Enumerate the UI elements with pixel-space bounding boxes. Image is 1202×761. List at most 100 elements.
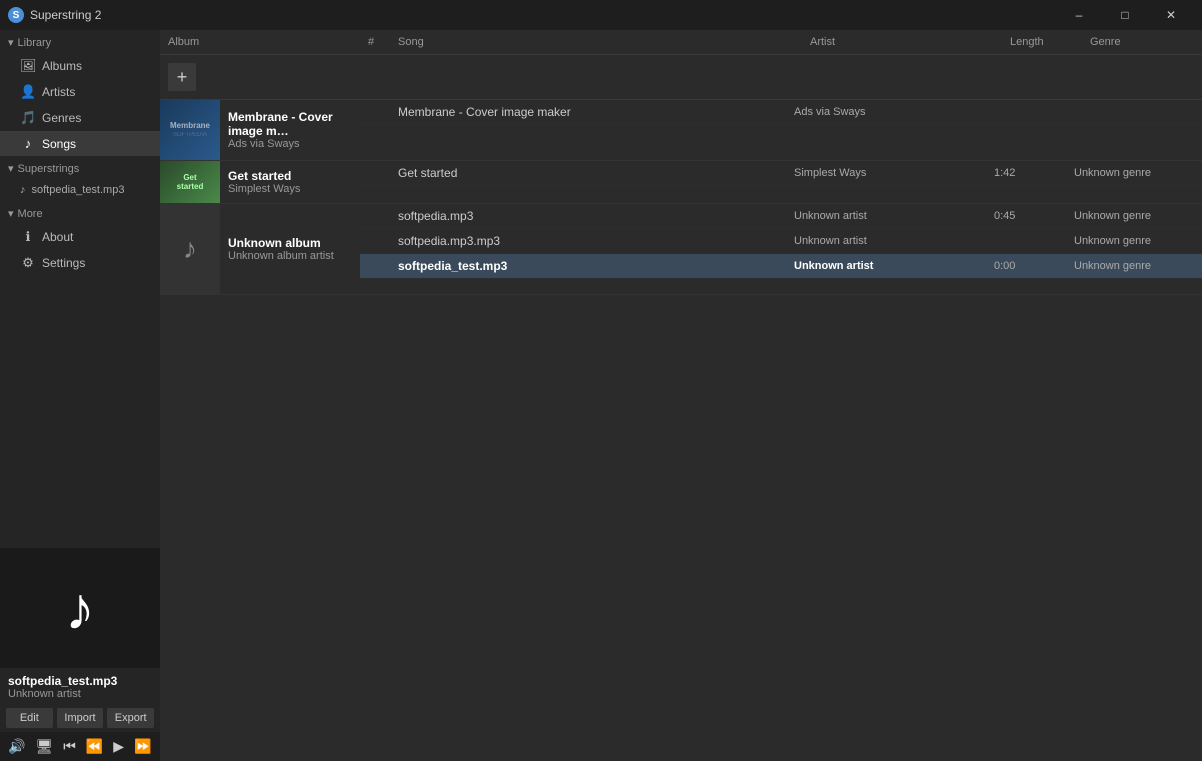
album-info-unknown: Unknown album Unknown album artist (220, 204, 360, 294)
library-label: Library (18, 37, 52, 49)
sidebar-item-artists[interactable]: 👤 Artists (0, 79, 160, 105)
sidebar-item-songs[interactable]: ♪ Songs (0, 131, 160, 156)
album-row-membrane: Membrane SOFTPEDIA Membrane - Cover imag… (160, 100, 1202, 161)
sidebar-item-albums[interactable]: 🖼 Albums (0, 53, 160, 79)
track-artist: Unknown artist (794, 235, 994, 247)
now-playing-buttons: Edit Import Export (0, 704, 160, 732)
track-name: Membrane - Cover image maker (398, 105, 794, 119)
export-button[interactable]: Export (107, 708, 154, 728)
album-artist-getstarted: Simplest Ways (228, 183, 352, 195)
track-length: 0:00 (994, 260, 1074, 272)
genres-icon: 🎵 (20, 110, 36, 126)
maximize-button[interactable]: □ (1102, 0, 1148, 30)
col-artist: Artist (802, 36, 1002, 48)
now-playing-title: softpedia_test.mp3 (8, 674, 152, 688)
album-name-unknown: Unknown album (228, 236, 352, 250)
track-row[interactable]: Get started Simplest Ways 1:42 Unknown g… (360, 161, 1202, 186)
songs-icon: ♪ (20, 136, 36, 151)
forward-button[interactable]: ⏩ (132, 736, 153, 757)
albums-icon: 🖼 (20, 58, 36, 74)
now-playing-info: softpedia_test.mp3 Unknown artist (0, 668, 160, 704)
album-row-unknown: ♪ Unknown album Unknown album artist sof… (160, 204, 1202, 295)
artists-icon: 👤 (20, 84, 36, 100)
track-length: 0:45 (994, 210, 1074, 222)
sidebar: ▾ Library 🖼 Albums 👤 Artists 🎵 Genres ♪ … (0, 30, 160, 761)
now-playing-panel: ♪ softpedia_test.mp3 Unknown artist Edit… (0, 548, 160, 761)
track-artist-active: Unknown artist (794, 260, 994, 272)
add-row: + (160, 55, 1202, 100)
content: Album # Song Artist Length Genre + Membr… (160, 30, 1202, 761)
play-button[interactable]: ▶ (111, 736, 126, 757)
track-row[interactable]: softpedia.mp3.mp3 Unknown artist Unknown… (360, 229, 1202, 254)
more-section-header[interactable]: ▾ More (0, 201, 160, 224)
screen-button[interactable]: 🖥 (33, 736, 55, 757)
sidebar-item-settings[interactable]: ⚙ Settings (0, 250, 160, 276)
music-placeholder-icon: ♪ (183, 233, 197, 265)
track-genre: Unknown genre (1074, 235, 1194, 247)
now-playing-artist: Unknown artist (8, 688, 152, 700)
album-thumb-unknown: ♪ (160, 204, 220, 294)
superstrings-section-header[interactable]: ▾ Superstrings (0, 156, 160, 179)
titlebar-title: Superstring 2 (30, 8, 101, 22)
sidebar-file-item[interactable]: ♪ softpedia_test.mp3 (0, 179, 160, 201)
close-button[interactable]: ✕ (1148, 0, 1194, 30)
superstrings-label: Superstrings (18, 163, 80, 175)
album-row-getstarted: Getstarted Get started Simplest Ways Get… (160, 161, 1202, 204)
table-header: Album # Song Artist Length Genre (160, 30, 1202, 55)
album-artist-membrane: Ads via Sways (228, 138, 352, 150)
track-row[interactable]: softpedia.mp3 Unknown artist 0:45 Unknow… (360, 204, 1202, 229)
sidebar-file-label: softpedia_test.mp3 (32, 184, 125, 196)
album-name-getstarted: Get started (228, 169, 352, 183)
track-length: 1:42 (994, 167, 1074, 179)
now-playing-art: ♪ (0, 548, 160, 668)
sidebar-item-about[interactable]: ℹ About (0, 224, 160, 250)
track-name: softpedia.mp3 (398, 209, 794, 223)
sidebar-artists-label: Artists (42, 85, 75, 99)
album-tracks-unknown: softpedia.mp3 Unknown artist 0:45 Unknow… (360, 204, 1202, 294)
player-controls: 🔊 🖥 ⏮ ⏪ ▶ ⏩ ⏭ + ★ (0, 732, 160, 761)
file-music-icon: ♪ (20, 184, 26, 196)
more-label: More (18, 208, 43, 220)
track-row-active[interactable]: softpedia_test.mp3 Unknown artist 0:00 U… (360, 254, 1202, 279)
chevron-down-icon-3: ▾ (8, 207, 14, 220)
track-name: softpedia.mp3.mp3 (398, 234, 794, 248)
prev-button[interactable]: ⏮ (61, 736, 78, 757)
sidebar-songs-label: Songs (42, 137, 76, 151)
album-art-getstarted: Getstarted (160, 161, 220, 203)
edit-button[interactable]: Edit (6, 708, 53, 728)
track-genre: Unknown genre (1074, 260, 1194, 272)
library-section-header[interactable]: ▾ Library (0, 30, 160, 53)
col-genre: Genre (1082, 36, 1202, 48)
col-song: Song (390, 36, 802, 48)
col-length: Length (1002, 36, 1082, 48)
chevron-down-icon-2: ▾ (8, 162, 14, 175)
track-artist: Ads via Sways (794, 106, 994, 118)
chevron-down-icon: ▾ (8, 36, 14, 49)
app-icon: S (8, 7, 24, 23)
titlebar-controls: – □ ✕ (1056, 0, 1194, 30)
minimize-button[interactable]: – (1056, 0, 1102, 30)
album-thumb-membrane: Membrane SOFTPEDIA (160, 100, 220, 160)
album-thumb-getstarted: Getstarted (160, 161, 220, 203)
sidebar-item-genres[interactable]: 🎵 Genres (0, 105, 160, 131)
album-tracks-getstarted: Get started Simplest Ways 1:42 Unknown g… (360, 161, 1202, 203)
volume-button[interactable]: 🔊 (6, 736, 27, 757)
album-art-membrane: Membrane SOFTPEDIA (160, 100, 220, 160)
music-note-icon: ♪ (65, 574, 95, 643)
titlebar: S Superstring 2 – □ ✕ (0, 0, 1202, 30)
track-row[interactable]: Membrane - Cover image maker Ads via Swa… (360, 100, 1202, 125)
track-name-active: softpedia_test.mp3 (398, 259, 794, 273)
album-art-unknown: ♪ (160, 204, 220, 294)
import-button[interactable]: Import (57, 708, 104, 728)
main: ▾ Library 🖼 Albums 👤 Artists 🎵 Genres ♪ … (0, 30, 1202, 761)
col-album: Album (160, 36, 360, 48)
rewind-button[interactable]: ⏪ (84, 736, 105, 757)
add-album-button[interactable]: + (168, 63, 196, 91)
album-name-membrane: Membrane - Cover image m… (228, 110, 352, 138)
album-info-getstarted: Get started Simplest Ways (220, 161, 360, 203)
tracks-area: Membrane SOFTPEDIA Membrane - Cover imag… (160, 100, 1202, 761)
settings-icon: ⚙ (20, 255, 36, 271)
sidebar-about-label: About (42, 230, 73, 244)
track-artist: Simplest Ways (794, 167, 994, 179)
album-artist-unknown: Unknown album artist (228, 250, 352, 262)
